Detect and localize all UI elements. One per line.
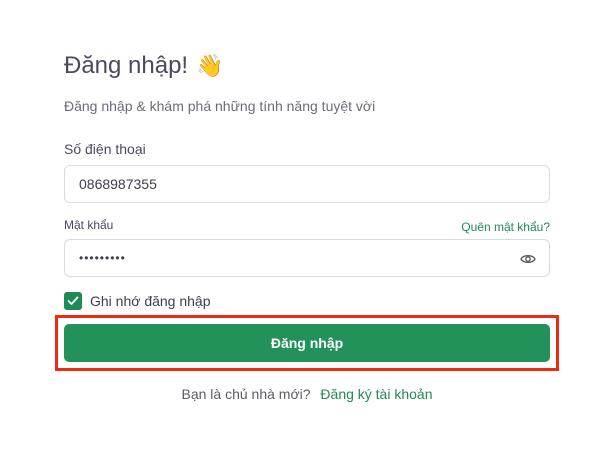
password-input[interactable]: ••••••••• xyxy=(64,239,550,277)
remember-me-checkbox[interactable]: Ghi nhớ đăng nhập xyxy=(64,292,211,310)
password-value: ••••••••• xyxy=(79,251,126,265)
phone-input[interactable]: 0868987355 xyxy=(64,165,550,203)
new-owner-text: Bạn là chủ nhà mới? xyxy=(181,386,311,402)
register-prompt: Bạn là chủ nhà mới? Đăng ký tài khoản xyxy=(0,386,614,402)
page-title: Đăng nhập! 👋 xyxy=(64,52,224,80)
waving-hand-icon: 👋 xyxy=(196,53,224,78)
phone-value: 0868987355 xyxy=(79,176,157,192)
eye-icon[interactable] xyxy=(519,250,537,268)
remember-me-label: Ghi nhớ đăng nhập xyxy=(90,293,211,309)
title-text: Đăng nhập! xyxy=(64,52,189,79)
password-label: Mật khẩu xyxy=(64,218,114,232)
phone-label: Số điện thoại xyxy=(64,141,146,157)
login-page: Đăng nhập! 👋 Đăng nhập & khám phá những … xyxy=(0,0,614,452)
login-button[interactable]: Đăng nhập xyxy=(64,324,550,362)
check-icon[interactable] xyxy=(64,292,82,310)
forgot-password-link[interactable]: Quên mật khẩu? xyxy=(461,220,550,234)
register-link[interactable]: Đăng ký tài khoản xyxy=(320,386,432,402)
page-subtitle: Đăng nhập & khám phá những tính năng tuy… xyxy=(64,98,376,114)
